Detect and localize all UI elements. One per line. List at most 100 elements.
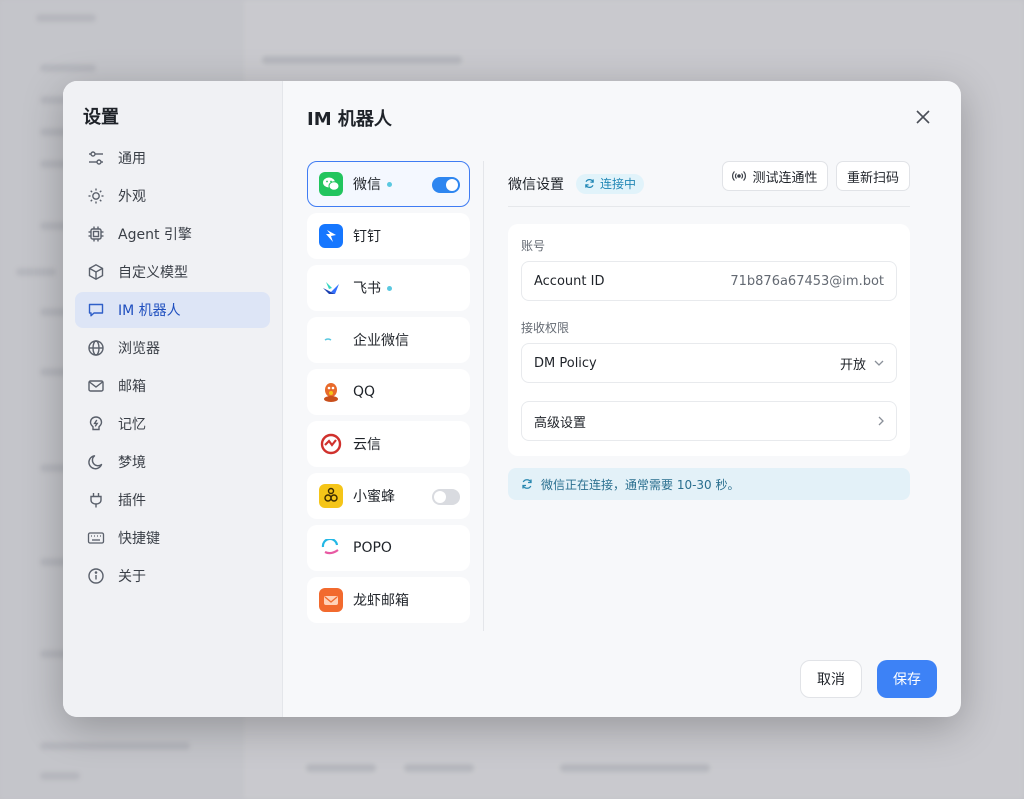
cube-icon — [87, 263, 105, 281]
plug-icon — [87, 491, 105, 509]
status-badge: 连接中 — [576, 173, 645, 194]
nav-item-label: 快捷键 — [118, 531, 160, 547]
nav-item-about[interactable]: 关于 — [75, 558, 270, 594]
im-item-label: 飞书 — [353, 281, 381, 297]
wecom-logo-icon — [319, 328, 343, 352]
nav-item-agent-engine[interactable]: Agent 引擎 — [75, 216, 270, 252]
dingtalk-logo-icon — [319, 224, 343, 248]
im-provider-list: 微信 钉钉 飞书 企业微信 QQ 云信 小蜜蜂 POPO 龙虾邮箱 — [307, 161, 470, 629]
nav-item-label: 通用 — [118, 151, 146, 167]
im-item-popo[interactable]: POPO — [307, 525, 470, 571]
settings-dialog: 设置 通用 外观 Agent 引擎 自定义模型 IM 机器人 浏览器 邮箱 记忆… — [63, 81, 961, 717]
cancel-button[interactable]: 取消 — [800, 660, 862, 698]
nav-item-shortcuts[interactable]: 快捷键 — [75, 520, 270, 556]
nav-item-label: 插件 — [118, 493, 146, 509]
dm-policy-select[interactable]: 开放 — [840, 354, 884, 373]
close-button[interactable] — [913, 107, 933, 127]
mail-icon — [87, 377, 105, 395]
bee-enable-toggle[interactable] — [432, 489, 460, 505]
account-id-row: Account ID 71b876a67453@im.bot — [521, 261, 897, 301]
settings-nav-list: 通用 外观 Agent 引擎 自定义模型 IM 机器人 浏览器 邮箱 记忆 梦境… — [75, 140, 270, 596]
refresh-icon — [522, 479, 532, 489]
save-button[interactable]: 保存 — [877, 660, 937, 698]
yunxin-logo-icon — [319, 432, 343, 456]
detail-title: 微信设置 — [508, 176, 564, 193]
status-dot — [387, 181, 392, 187]
nav-item-label: IM 机器人 — [118, 303, 181, 319]
bee-logo-icon — [319, 484, 343, 508]
chat-bubble-icon — [87, 301, 105, 319]
nav-item-label: 记忆 — [118, 417, 146, 433]
qq-logo-icon — [319, 380, 343, 404]
wechat-logo-icon — [319, 172, 343, 196]
page-title: IM 机器人 — [307, 109, 392, 130]
im-item-label: 钉钉 — [353, 229, 381, 245]
refresh-icon — [585, 179, 594, 188]
account-id-label: Account ID — [534, 273, 605, 289]
account-id-value: 71b876a67453@im.bot — [730, 273, 884, 289]
nav-item-appearance[interactable]: 外观 — [75, 178, 270, 214]
test-connectivity-button[interactable]: 测试连通性 — [722, 161, 828, 191]
status-dot — [387, 285, 392, 291]
dm-policy-value: 开放 — [839, 357, 866, 373]
signal-icon — [732, 171, 747, 181]
settings-content: IM 机器人 微信 钉钉 飞书 企业微信 QQ 云信 小蜜蜂 POPO 龙虾邮箱… — [284, 81, 961, 717]
chevron-down-icon — [874, 360, 884, 366]
nav-item-browser[interactable]: 浏览器 — [75, 330, 270, 366]
rescan-label: 重新扫码 — [846, 170, 899, 186]
advanced-settings-row[interactable]: 高级设置 — [521, 401, 897, 441]
test-connectivity-label: 测试连通性 — [752, 170, 818, 186]
info-icon — [87, 567, 105, 585]
sliders-icon — [87, 149, 105, 167]
im-item-bee[interactable]: 小蜜蜂 — [307, 473, 470, 519]
status-text: 连接中 — [600, 177, 637, 191]
moon-icon — [87, 453, 105, 471]
nav-item-mail[interactable]: 邮箱 — [75, 368, 270, 404]
dm-policy-row[interactable]: DM Policy 开放 — [521, 343, 897, 383]
keyboard-icon — [87, 529, 105, 547]
notice-text: 微信正在连接，通常需要 10-30 秒。 — [541, 477, 740, 492]
sun-icon — [87, 187, 105, 205]
im-item-dingtalk[interactable]: 钉钉 — [307, 213, 470, 259]
nav-item-label: 浏览器 — [118, 341, 160, 357]
im-item-wechat[interactable]: 微信 — [307, 161, 470, 207]
nav-item-label: 梦境 — [118, 455, 146, 471]
settings-nav: 设置 通用 外观 Agent 引擎 自定义模型 IM 机器人 浏览器 邮箱 记忆… — [63, 81, 283, 717]
nav-item-im-bot[interactable]: IM 机器人 — [75, 292, 270, 328]
list-divider — [483, 161, 484, 631]
nav-item-label: 关于 — [118, 569, 146, 585]
nav-item-memory[interactable]: 记忆 — [75, 406, 270, 442]
close-icon — [916, 110, 930, 124]
settings-card: 账号 Account ID 71b876a67453@im.bot 接收权限 D… — [508, 224, 910, 456]
connecting-notice: 微信正在连接，通常需要 10-30 秒。 — [508, 468, 910, 500]
cpu-icon — [87, 225, 105, 243]
im-item-label: 微信 — [353, 177, 381, 193]
im-item-yunxin[interactable]: 云信 — [307, 421, 470, 467]
im-item-label: 企业微信 — [353, 333, 409, 349]
im-item-feishu[interactable]: 飞书 — [307, 265, 470, 311]
nav-item-label: 外观 — [118, 189, 146, 205]
popo-logo-icon — [319, 536, 343, 560]
nav-item-label: Agent 引擎 — [118, 227, 192, 243]
advanced-settings-label: 高级设置 — [534, 415, 587, 431]
nav-item-plugins[interactable]: 插件 — [75, 482, 270, 518]
im-item-label: 龙虾邮箱 — [353, 593, 409, 609]
wechat-enable-toggle[interactable] — [432, 177, 460, 193]
nav-item-custom-model[interactable]: 自定义模型 — [75, 254, 270, 290]
permission-section-label: 接收权限 — [521, 321, 570, 335]
lightning-bulb-icon — [87, 415, 105, 433]
im-item-wecom[interactable]: 企业微信 — [307, 317, 470, 363]
im-item-lobster-mail[interactable]: 龙虾邮箱 — [307, 577, 470, 623]
rescan-button[interactable]: 重新扫码 — [836, 161, 910, 191]
nav-item-label: 自定义模型 — [118, 265, 188, 281]
account-section-label: 账号 — [521, 239, 546, 253]
im-item-qq[interactable]: QQ — [307, 369, 470, 415]
dm-policy-label: DM Policy — [534, 355, 597, 371]
wechat-settings-panel: 微信设置 连接中 测试连通性 重新扫码 账号 Account ID 71b876… — [508, 161, 910, 500]
chevron-right-icon — [878, 416, 884, 426]
im-item-label: QQ — [353, 384, 376, 400]
nav-item-dream[interactable]: 梦境 — [75, 444, 270, 480]
im-item-label: 小蜜蜂 — [353, 489, 395, 505]
nav-item-general[interactable]: 通用 — [75, 140, 270, 176]
im-item-label: POPO — [353, 540, 392, 556]
